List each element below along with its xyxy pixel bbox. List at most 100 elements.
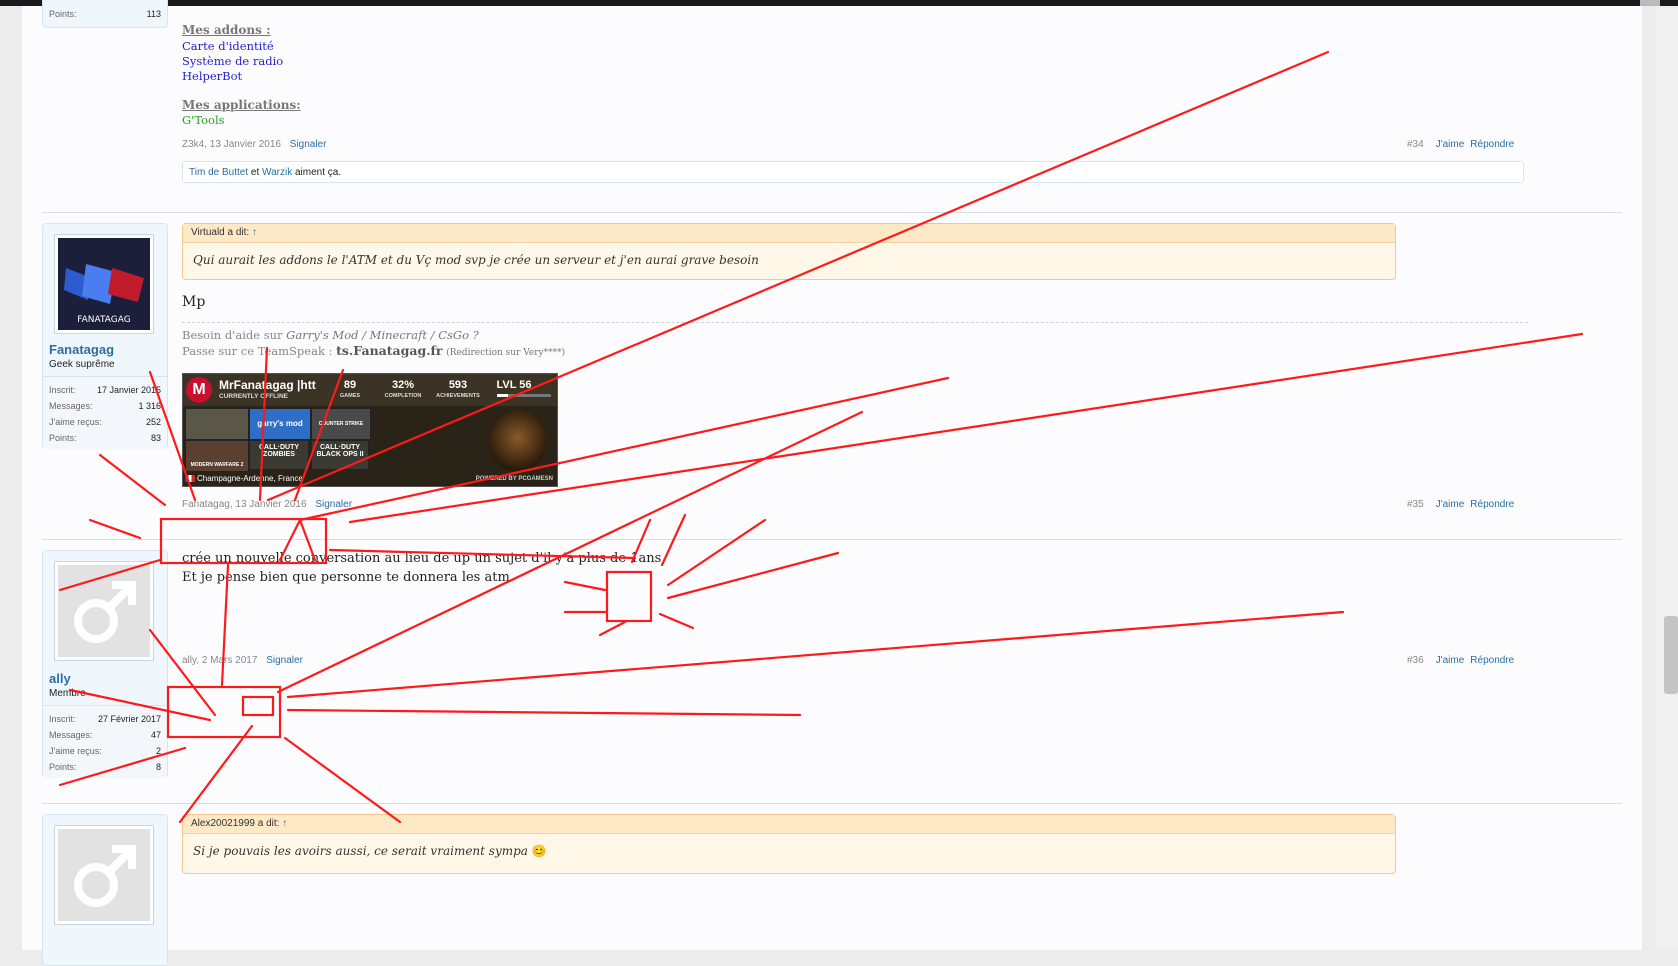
post-actions: #36 J'aime Répondre <box>1407 655 1514 666</box>
quote-author: Alex20021999 a dit: <box>191 818 280 829</box>
avatar-text: FANATAGAG <box>77 315 130 325</box>
post-actions: #35 J'aime Répondre <box>1407 499 1514 510</box>
user-title: Membre <box>49 688 86 699</box>
user-title: Geek suprême <box>49 359 115 370</box>
game-tile <box>185 408 249 440</box>
username[interactable]: ally <box>49 671 71 686</box>
user-block-top: Points: 113 <box>42 0 168 28</box>
quote-box: Virtuald a dit: ↑ Qui aurait les addons … <box>182 223 1396 280</box>
banner-stat-label: ACHIEVEMENTS <box>436 393 480 399</box>
avatar[interactable]: FANATAGAG <box>54 234 154 334</box>
addon-link[interactable]: Système de radio <box>182 54 283 68</box>
avatar[interactable] <box>54 561 154 661</box>
post-number[interactable]: #36 <box>1407 655 1424 666</box>
signature-line: Passe sur ce TeamSpeak : ts.Fanatagag.fr… <box>182 343 566 358</box>
post-separator <box>42 539 1622 540</box>
app-link[interactable]: G'Tools <box>182 113 225 127</box>
report-link[interactable]: Signaler <box>266 655 303 666</box>
like-button[interactable]: J'aime <box>1436 655 1465 666</box>
banner-stat-label: GAMES <box>339 393 361 399</box>
male-default-avatar-icon <box>58 565 150 657</box>
quote-header: Virtuald a dit: ↑ <box>183 224 1395 243</box>
post-actions: #34 J'aime Répondre <box>1407 139 1514 150</box>
quote-header: Alex20021999 a dit: ↑ <box>183 815 1395 834</box>
apps-heading: Mes applications: <box>182 98 301 112</box>
addons-heading: Mes addons : <box>182 23 271 37</box>
post-meta: Z3k4, 13 Janvier 2016 Signaler <box>182 139 327 150</box>
like-user[interactable]: Warzik <box>262 167 292 178</box>
addon-link[interactable]: HelperBot <box>182 69 242 83</box>
forum-thread: Points: 113 Mes addons : Carte d'identité… <box>22 0 1642 966</box>
banner-stat-label: COMPLETION <box>384 393 422 399</box>
post-number[interactable]: #35 <box>1407 499 1424 510</box>
post-author[interactable]: Fanatagag <box>182 499 230 510</box>
report-link[interactable]: Signaler <box>315 499 352 510</box>
stat-messages: Messages: 47 <box>49 730 161 740</box>
banner-powered-by: POWERED BY PCGAMESN <box>475 476 553 482</box>
like-user[interactable]: Tim de Buttet <box>189 167 248 178</box>
username[interactable]: Fanatagag <box>49 342 114 357</box>
pcgamesn-banner[interactable]: M MrFanatagag |htt CURRENTLY OFFLINE 89 … <box>182 373 558 487</box>
message-line: crée un nouvelle conversation au lieu de… <box>182 551 662 566</box>
smile-emoji-icon: 😊 <box>531 844 547 858</box>
post-author[interactable]: Z3k4 <box>182 139 204 150</box>
signature-divider <box>182 322 1528 323</box>
banner-username: MrFanatagag |htt <box>219 378 316 392</box>
fanatagag-logo-icon: FANATAGAG <box>58 238 150 330</box>
post-separator <box>42 803 1622 804</box>
message-line: Et je pense bien que personne te donnera… <box>182 570 514 585</box>
post-date[interactable]: 2 Mars 2017 <box>202 655 258 666</box>
level-bar <box>497 394 551 397</box>
addon-link[interactable]: Carte d'identité <box>182 39 274 53</box>
page-scrollbar[interactable] <box>1656 6 1678 950</box>
page-scrollbar-thumb[interactable] <box>1664 616 1678 694</box>
post-date[interactable]: 13 Janvier 2016 <box>210 139 281 150</box>
post-author[interactable]: ally <box>182 655 196 666</box>
banner-location: Champagne-Ardenne, France <box>185 474 303 483</box>
stat-points: Points: 83 <box>49 433 161 443</box>
male-default-avatar-icon <box>58 829 150 921</box>
teamspeak-server: ts.Fanatagag.fr <box>336 343 443 358</box>
likes-suffix: aiment ça. <box>294 167 342 178</box>
skull-emblem-icon <box>489 410 547 472</box>
post-date[interactable]: 13 Janvier 2016 <box>235 499 306 510</box>
likes-summary: Tim de Buttet et Warzik aiment ça. <box>182 161 1524 183</box>
signature-line: Besoin d'aide sur Garry's Mod / Minecraf… <box>182 328 479 342</box>
game-tile: garry's mod <box>249 408 311 440</box>
user-block <box>42 814 168 966</box>
user-block: FANATAGAG Fanatagag Geek suprême Inscrit… <box>42 223 168 449</box>
banner-stat-value: 593 <box>448 379 468 391</box>
banner-stat-value: 89 <box>343 379 357 391</box>
stat-likes: J'aime reçus: 2 <box>49 746 161 756</box>
user-block: ally Membre Inscrit: 27 Février 2017 Mess… <box>42 550 168 778</box>
like-button[interactable]: J'aime <box>1436 139 1465 150</box>
quote-author: Virtuald a dit: <box>191 227 250 238</box>
stat-points: Points: 8 <box>49 762 161 772</box>
quote-text: Si je pouvais les avoirs aussi, ce serai… <box>193 844 547 858</box>
reply-button[interactable]: Répondre <box>1470 655 1514 666</box>
m-logo-icon: M <box>186 377 212 403</box>
banner-stat-value: 32% <box>391 379 415 391</box>
likes-and: et <box>250 167 260 178</box>
game-tile: CALL·DUTY BLACK OPS II <box>311 440 369 470</box>
quote-box: Alex20021999 a dit: ↑ Si je pouvais les … <box>182 814 1396 874</box>
quote-text: Qui aurait les addons le l'ATM et du Vç … <box>193 253 759 267</box>
game-tile: COUNTER STRIKE <box>311 408 371 440</box>
flag-fr-icon <box>185 475 195 483</box>
stat-joined: Inscrit: 17 Janvier 2015 <box>49 385 161 395</box>
quote-jump-icon[interactable]: ↑ <box>252 227 257 238</box>
banner-status: CURRENTLY OFFLINE <box>219 393 288 400</box>
like-button[interactable]: J'aime <box>1436 499 1465 510</box>
quote-jump-icon[interactable]: ↑ <box>282 818 287 829</box>
post-number[interactable]: #34 <box>1407 139 1424 150</box>
game-tile: CALL·DUTY ZOMBIES <box>249 440 309 470</box>
post-meta: Fanatagag, 13 Janvier 2016 Signaler <box>182 499 353 510</box>
reply-button[interactable]: Répondre <box>1470 499 1514 510</box>
avatar[interactable] <box>54 825 154 925</box>
game-tile: MODERN WARFARE 2 <box>185 440 249 472</box>
reply-button[interactable]: Répondre <box>1470 139 1514 150</box>
stat-points: Points: 113 <box>49 9 161 19</box>
post-separator <box>42 212 1622 213</box>
report-link[interactable]: Signaler <box>290 139 327 150</box>
stat-messages: Messages: 1 316 <box>49 401 161 411</box>
